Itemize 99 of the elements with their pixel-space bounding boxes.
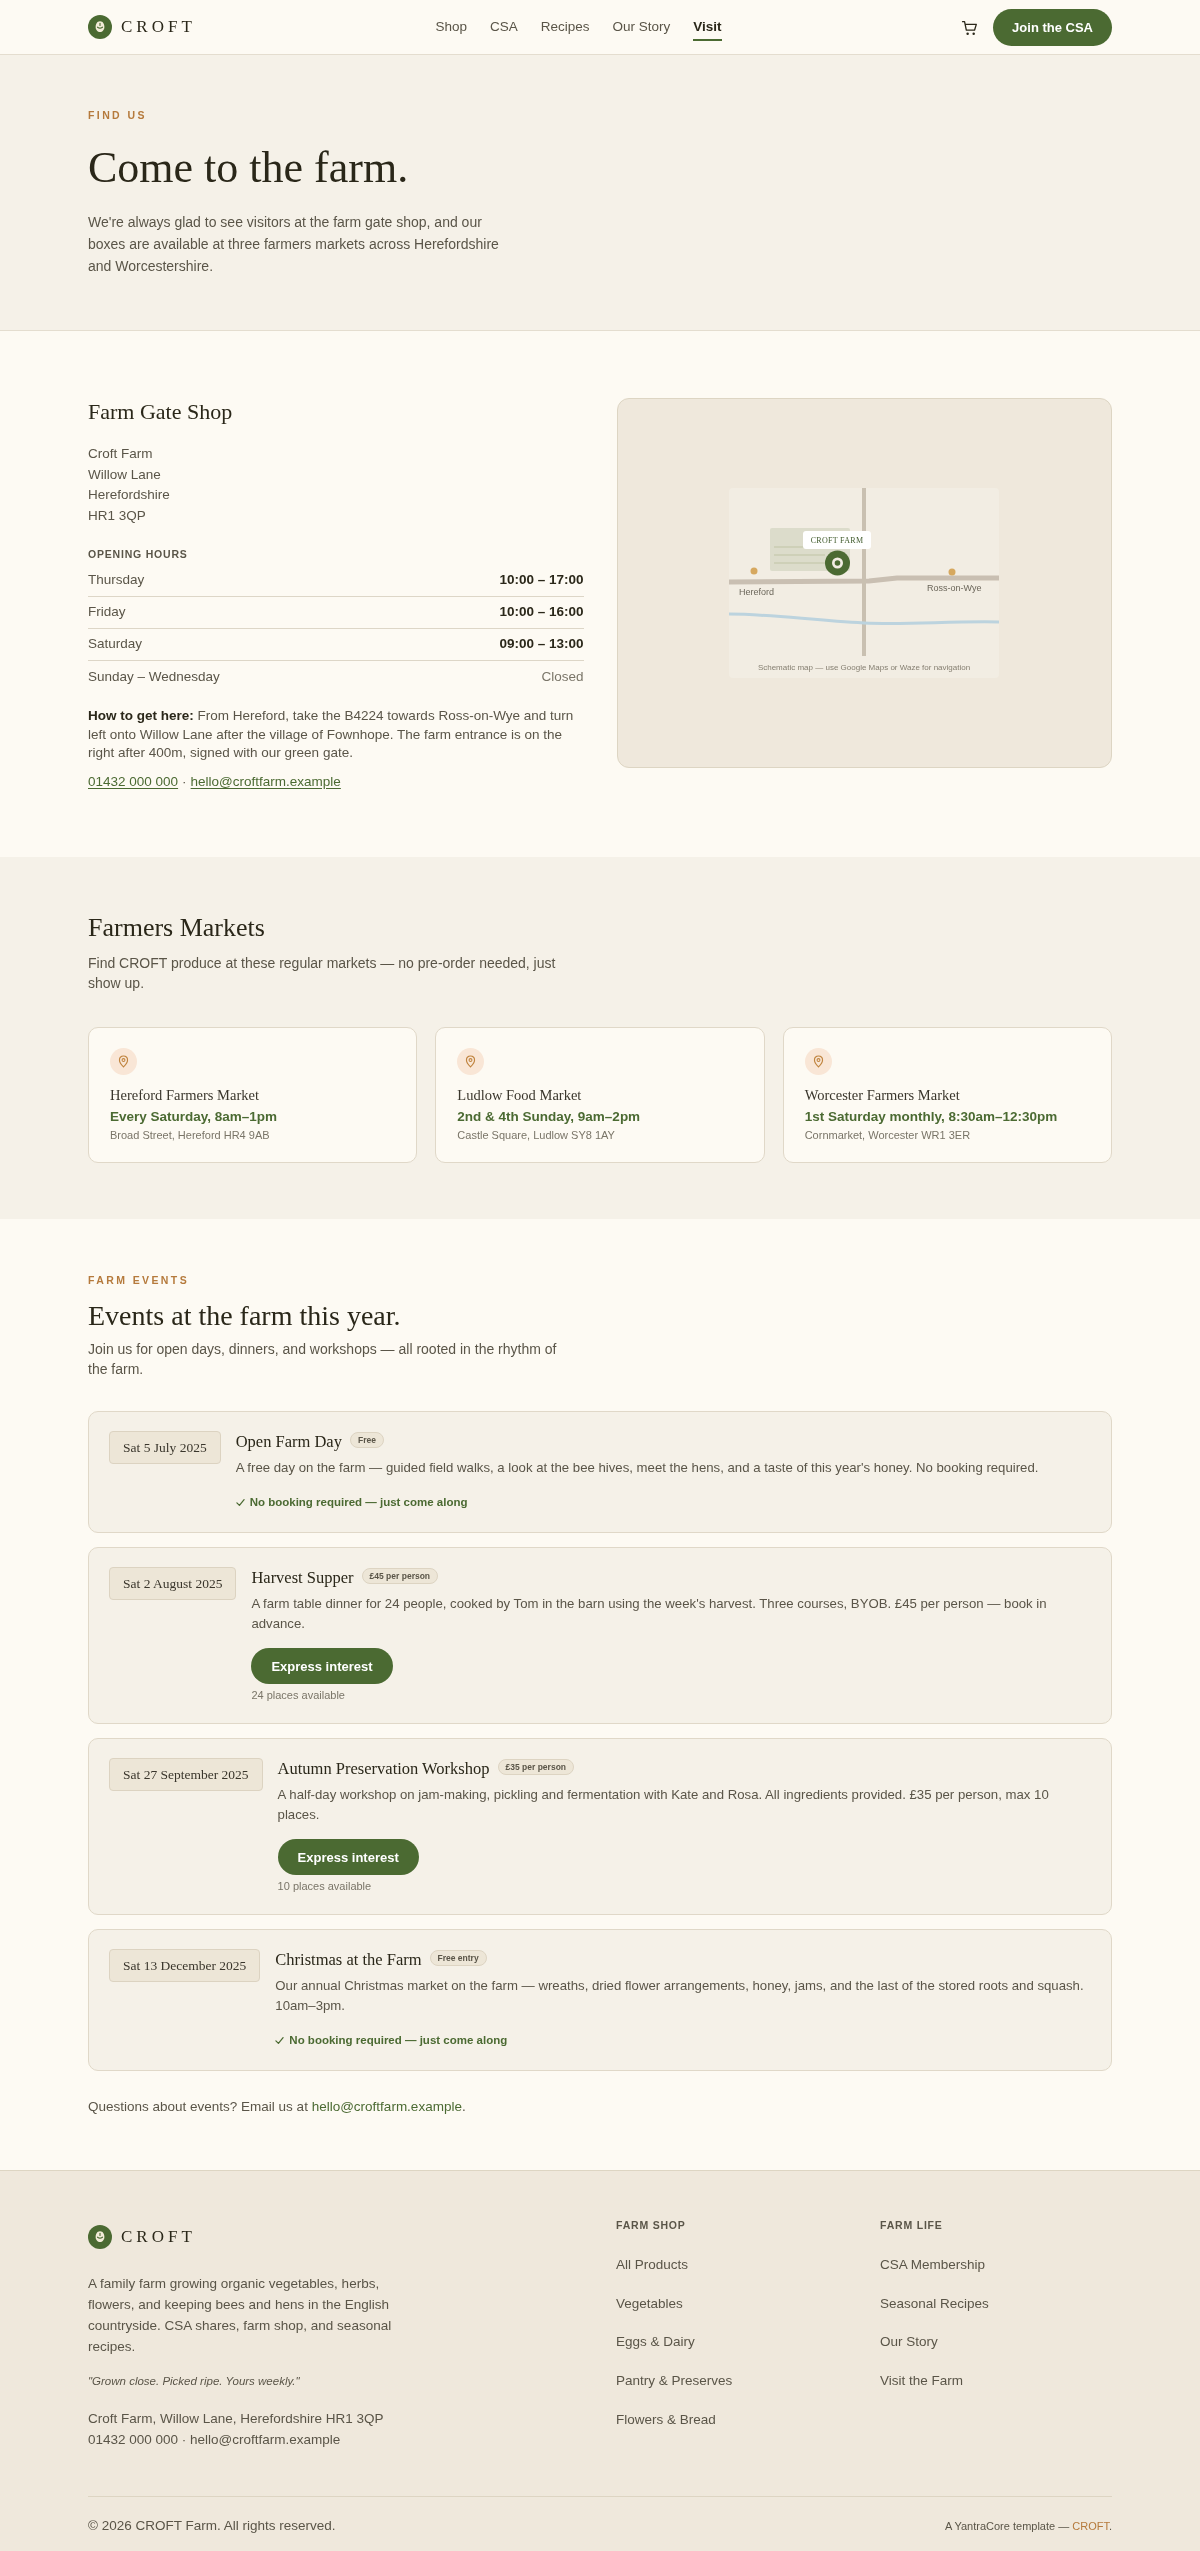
logo-icon <box>88 15 112 39</box>
logo-icon <box>88 2225 112 2249</box>
logo-link[interactable]: CROFT <box>88 2225 196 2249</box>
market-name: Ludlow Food Market <box>457 1085 583 1105</box>
footer-description: A family farm growing organic vegetables, herbs, flowers, and keeping bees and hens in the English countryside. CSA shares, farm shop, and seasonal recipes. <box>88 2275 393 2356</box>
footer-column-heading: FARM LIFE <box>880 2218 944 2232</box>
location-marker-icon <box>825 550 851 576</box>
event-description: Our annual Christmas market on the farm — wreaths, dried flower arrangements, honey, jams, and the last of the stored roots and squash. 10am–3pm. <box>275 1977 1085 2015</box>
price-badge: Free entry <box>429 1950 487 1966</box>
event-description: A farm table dinner for 24 people, cooked by Tom in the barn using the week's harvest. Three courses, BYOB. £45 per person — book in advance. <box>251 1595 1048 1633</box>
location-pin-icon <box>457 1047 485 1075</box>
footer-link[interactable]: Our Story <box>880 2332 938 2353</box>
address-line: HR1 3QP <box>88 506 147 525</box>
map-label: CROFT FARM <box>803 531 872 549</box>
places-available: 24 places available <box>251 1688 346 1702</box>
price-badge: £45 per person <box>361 1568 439 1584</box>
events-contact-text: Questions about events? Email us at hello@croftfarm.example. <box>88 2098 467 2116</box>
market-schedule: Every Saturday, 8am–1pm <box>110 1107 279 1126</box>
town-label: Hereford <box>739 587 775 597</box>
separator-text: · <box>182 772 187 791</box>
opening-time: 10:00 – 16:00 <box>499 603 584 622</box>
event-title: Autumn Preservation Workshop <box>277 1758 490 1780</box>
nav-link[interactable]: Recipes <box>540 13 590 41</box>
location-pin-icon <box>804 1047 832 1075</box>
market-schedule: 2nd & 4th Sunday, 9am–2pm <box>457 1107 642 1126</box>
market-address: Castle Square, Ludlow SY8 1AY <box>457 1128 616 1143</box>
section-eyebrow: FARM EVENTS <box>88 1273 191 1287</box>
email-link[interactable]: hello@croftfarm.example <box>311 2099 462 2114</box>
copyright-text: © 2026 CROFT Farm. All rights reserved. <box>88 2517 336 2536</box>
booking-note: No booking required — just come along <box>289 2033 508 2048</box>
cart-icon[interactable] <box>961 18 979 36</box>
opening-time: 09:00 – 13:00 <box>499 635 584 654</box>
address-line: Croft Farm <box>88 445 154 463</box>
express-interest-button[interactable]: Express interest <box>251 1648 393 1684</box>
event-title: Open Farm Day <box>235 1431 342 1453</box>
market-name: Hereford Farmers Market <box>110 1085 260 1105</box>
footer-link[interactable]: Seasonal Recipes <box>880 2293 989 2314</box>
opening-time: 10:00 – 17:00 <box>499 571 584 590</box>
places-available: 10 places available <box>277 1879 373 1893</box>
tagline: "Grown close. Picked ripe. Yours weekly." <box>88 2374 301 2390</box>
day-label: Saturday <box>88 635 143 654</box>
email-link[interactable]: hello@croftfarm.example <box>190 771 341 791</box>
check-icon <box>275 2036 285 2045</box>
map-caption: Schematic map — use Google Maps or Waze for navigation <box>758 663 971 672</box>
address-line: Willow Lane <box>88 465 162 484</box>
section-intro: Join us for open days, dinners, and workshops — all rooted in the rhythm of the farm. <box>88 1340 558 1379</box>
market-name: Worcester Farmers Market <box>804 1085 961 1105</box>
section-heading: Farmers Markets <box>88 911 266 944</box>
market-address: Cornmarket, Worcester WR1 3ER <box>804 1128 972 1143</box>
event-description: A free day on the farm — guided field walks, a look at the bee hives, meet the hens, and a taste of this year's honey. No booking required. <box>235 1459 1040 1477</box>
day-label: Friday <box>88 603 126 622</box>
event-description: A half-day workshop on jam-making, pickling and fermentation with Kate and Rosa. All ingredients provided. £35 per person, max 10 places. <box>277 1786 1050 1824</box>
footer-column-heading: FARM SHOP <box>616 2218 687 2232</box>
address-line: Herefordshire <box>88 486 171 504</box>
section-intro: Find CROFT produce at these regular markets — no pre-order needed, just show up. <box>88 953 557 993</box>
event-date: Sat 2 August 2025 <box>109 1567 237 1600</box>
logo-link[interactable]: CROFT <box>88 15 196 39</box>
event-date: Sat 13 December 2025 <box>109 1949 261 1982</box>
footer-link[interactable]: Visit the Farm <box>880 2371 964 2392</box>
market-schedule: 1st Saturday monthly, 8:30am–12:30pm <box>804 1107 1059 1126</box>
credit-text: A YantraCore template — CROFT. <box>944 2519 1112 2535</box>
market-address: Broad Street, Hereford HR4 9AB <box>110 1128 271 1143</box>
town-dot-icon <box>750 567 758 575</box>
section-heading: Events at the farm this year. <box>88 1299 402 1333</box>
price-badge: £35 per person <box>497 1759 575 1775</box>
phone-link[interactable]: 01432 000 000 <box>88 771 179 791</box>
booking-note: No booking required — just come along <box>249 1495 468 1510</box>
event-date: Sat 27 September 2025 <box>109 1758 263 1791</box>
nav-link[interactable]: Shop <box>435 13 467 41</box>
footer-link[interactable]: All Products <box>616 2255 689 2275</box>
contact-text: 01432 000 000 · hello@croftfarm.example <box>88 2430 342 2449</box>
day-label: Sunday – Wednesday <box>88 667 220 686</box>
event-date: Sat 5 July 2025 <box>109 1431 221 1464</box>
nav-link[interactable]: Visit <box>693 13 722 41</box>
day-label: Thursday <box>88 571 145 590</box>
footer-link[interactable]: Pantry & Preserves <box>616 2371 733 2392</box>
footer-link[interactable]: Vegetables <box>616 2293 683 2314</box>
opening-time: Closed <box>541 667 584 686</box>
price-badge: Free <box>349 1432 384 1448</box>
footer-link[interactable]: Eggs & Dairy <box>616 2332 695 2353</box>
nav-link[interactable]: Our Story <box>612 13 671 41</box>
footer-link[interactable]: Flowers & Bread <box>616 2409 716 2430</box>
hours-heading: OPENING HOURS <box>88 547 189 562</box>
intro-text: We're always glad to see visitors at the farm gate shop, and our boxes are available at three farmers markets across Herefordshire and Worcestershire. <box>88 213 500 276</box>
check-icon <box>235 1498 245 1507</box>
event-title: Christmas at the Farm <box>275 1949 422 1971</box>
page-title: Come to the farm. <box>88 143 410 193</box>
section-eyebrow: FIND US <box>88 108 148 122</box>
town-dot-icon <box>948 568 956 576</box>
join-button[interactable]: Join the CSA <box>993 8 1112 46</box>
address-text: Croft Farm, Willow Lane, Herefordshire HR1 3QP <box>88 2409 385 2428</box>
nav-link[interactable]: CSA <box>489 13 518 41</box>
footer-link[interactable]: CSA Membership <box>880 2255 986 2275</box>
directions-text: How to get here: From Hereford, take the B4224 towards Ross-on-Wye and turn left onto Willow Lane after the village of Fownhope. The farm entrance is on the right after 400m, signed with our green gate. <box>88 707 575 762</box>
section-heading: Farm Gate Shop <box>88 398 234 426</box>
express-interest-button[interactable]: Express interest <box>277 1839 419 1875</box>
location-pin-icon <box>110 1047 137 1075</box>
town-label: Ross-on-Wye <box>927 583 982 593</box>
event-title: Harvest Supper <box>251 1567 354 1589</box>
